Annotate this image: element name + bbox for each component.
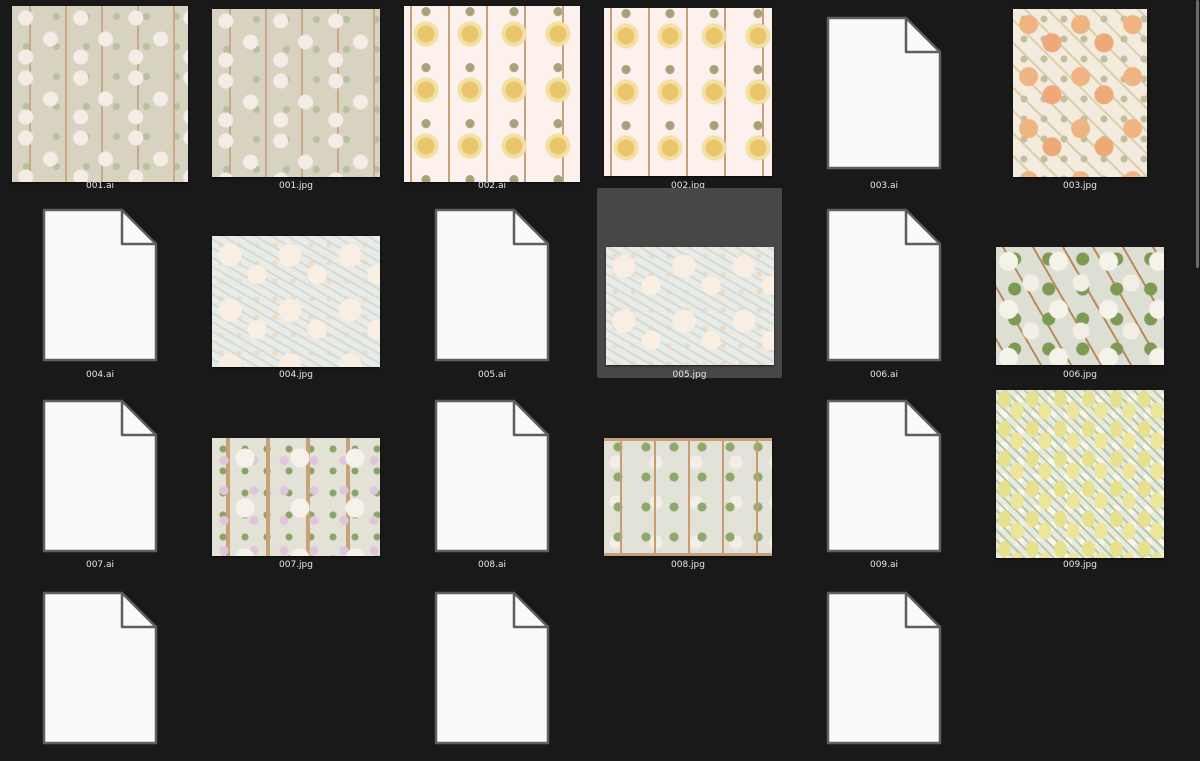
file-name: 008.jpg bbox=[671, 560, 705, 570]
image-thumbnail bbox=[604, 8, 772, 176]
file-tile[interactable]: 008.jpg bbox=[586, 379, 790, 570]
file-tile[interactable] bbox=[0, 571, 202, 761]
empty-slot bbox=[194, 571, 398, 761]
file-tile[interactable]: 001.jpg bbox=[194, 0, 398, 191]
file-tile[interactable] bbox=[390, 571, 594, 761]
file-tile[interactable]: 002.ai bbox=[390, 0, 594, 191]
document-icon bbox=[434, 399, 550, 553]
vertical-scrollbar[interactable] bbox=[1196, 0, 1199, 268]
image-thumbnail bbox=[404, 6, 580, 182]
image-thumbnail bbox=[212, 438, 380, 556]
file-tile[interactable]: 007.jpg bbox=[194, 379, 398, 570]
document-icon bbox=[826, 399, 942, 553]
file-tile[interactable]: 004.ai bbox=[0, 188, 202, 380]
document-icon bbox=[42, 399, 158, 553]
file-tile[interactable] bbox=[782, 571, 986, 761]
file-name: 007.jpg bbox=[279, 560, 313, 570]
file-tile[interactable]: 008.ai bbox=[390, 379, 594, 570]
file-tile[interactable]: 006.ai bbox=[782, 188, 986, 380]
file-name: 007.ai bbox=[85, 560, 115, 570]
file-tile[interactable]: 005.ai bbox=[390, 188, 594, 380]
image-thumbnail bbox=[996, 390, 1164, 558]
file-tile[interactable]: 007.ai bbox=[0, 379, 202, 570]
document-icon bbox=[434, 208, 550, 362]
document-icon bbox=[42, 208, 158, 362]
file-tile[interactable]: 002.jpg bbox=[586, 0, 790, 191]
document-icon bbox=[826, 591, 942, 745]
document-icon bbox=[42, 591, 158, 745]
image-thumbnail bbox=[1013, 9, 1147, 177]
file-tile[interactable]: 004.jpg bbox=[194, 188, 398, 380]
file-name: 009.jpg bbox=[1063, 560, 1097, 570]
file-name: 008.ai bbox=[477, 560, 507, 570]
image-thumbnail bbox=[605, 247, 774, 365]
image-thumbnail bbox=[996, 247, 1164, 365]
file-tile[interactable]: 009.ai bbox=[782, 379, 986, 570]
document-icon bbox=[826, 208, 942, 362]
file-tile[interactable]: 001.ai bbox=[0, 0, 202, 191]
file-tile[interactable]: 009.jpg bbox=[978, 379, 1182, 570]
file-name: 009.ai bbox=[869, 560, 899, 570]
image-thumbnail bbox=[604, 438, 772, 556]
file-tile[interactable]: 003.jpg bbox=[978, 0, 1182, 191]
image-thumbnail bbox=[212, 236, 380, 367]
document-icon bbox=[434, 591, 550, 745]
file-grid: 001.ai 001.jpg 002.ai 002.jpg 003.ai 003.jpg 0… bbox=[0, 0, 1196, 745]
file-tile[interactable]: 003.ai bbox=[782, 0, 986, 191]
image-thumbnail bbox=[12, 6, 188, 182]
empty-slot bbox=[978, 571, 1182, 761]
file-tile[interactable]: 006.jpg bbox=[978, 188, 1182, 380]
file-tile[interactable]: 005.jpg bbox=[597, 188, 782, 380]
image-thumbnail bbox=[212, 9, 380, 177]
document-icon bbox=[826, 16, 942, 170]
empty-slot bbox=[586, 571, 790, 761]
